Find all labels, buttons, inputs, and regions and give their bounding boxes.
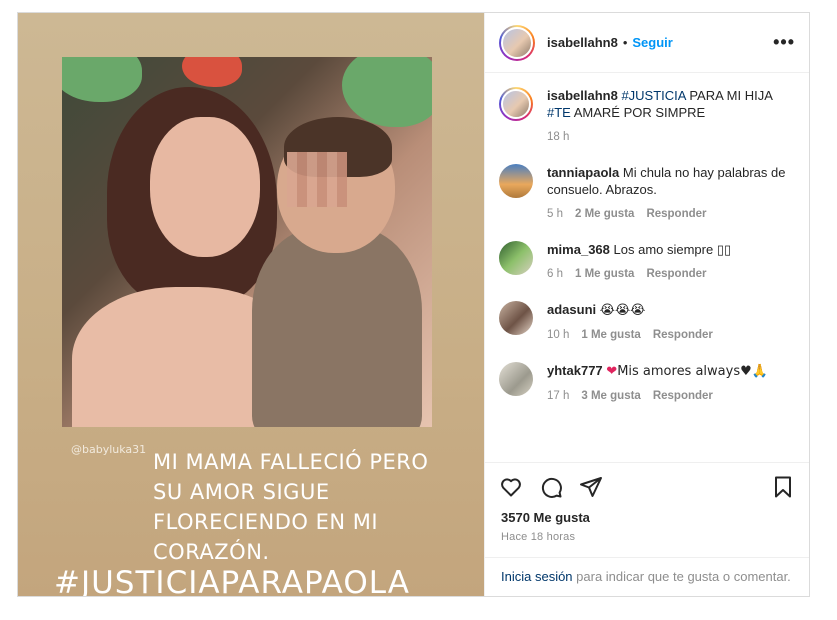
reply-button[interactable]: Responder	[653, 388, 713, 405]
likes-total[interactable]: 3570 Me gusta	[485, 510, 809, 525]
comments-list[interactable]: isabellahn8 #JUSTICIA PARA MI HIJA #TE A…	[485, 73, 809, 462]
post-media[interactable]: @babyluka31 MI MAMA FALLECIÓ PERO SU AMO…	[18, 13, 484, 596]
avatar-image	[501, 89, 531, 119]
login-link[interactable]: Inicia sesión	[501, 569, 573, 584]
comment-username[interactable]: yhtak777	[547, 363, 603, 378]
comment-item: adasuni 😭😭😭 10 h 1 Me gusta Responder	[499, 301, 795, 344]
avatar-image	[499, 164, 533, 198]
baby-body	[252, 227, 422, 427]
avatar[interactable]	[499, 301, 533, 335]
reply-button[interactable]: Responder	[653, 327, 713, 344]
media-hashtag: #JUSTICIAPARAPAOLA	[54, 565, 410, 596]
post-header: isabellahn8 • Seguir •••	[485, 13, 809, 73]
comment-meta: 10 h 1 Me gusta Responder	[547, 327, 795, 344]
timestamp: 17 h	[547, 390, 570, 402]
instagram-post: @babyluka31 MI MAMA FALLECIÓ PERO SU AMO…	[17, 12, 810, 597]
login-text: para indicar que te gusta o comentar.	[572, 569, 791, 584]
heart-emoji: ❤	[606, 364, 618, 379]
caption-text: AMARÉ POR SIMPRE	[570, 105, 706, 120]
comment-text: 😭😭😭	[599, 303, 646, 318]
post-photo	[62, 57, 432, 427]
blurred-face	[287, 152, 347, 207]
timestamp: 10 h	[547, 329, 570, 341]
leaf-decoration	[182, 57, 242, 87]
avatar-image	[499, 362, 533, 396]
avatar-image	[499, 301, 533, 335]
comment-username[interactable]: tanniapaola	[547, 165, 619, 180]
caption-text: PARA MI HIJA	[685, 88, 773, 103]
reply-button[interactable]: Responder	[646, 206, 706, 223]
separator: •	[622, 35, 628, 50]
username-link[interactable]: isabellahn8	[547, 35, 618, 50]
comment-username[interactable]: adasuni	[547, 302, 596, 317]
comment-item: mima_368 Los amo siempre ▯▯ 6 h 1 Me gus…	[499, 241, 795, 283]
media-handle: @babyluka31	[71, 443, 147, 456]
reply-button[interactable]: Responder	[646, 266, 706, 283]
comment-icon[interactable]	[539, 475, 563, 499]
comment-meta: 5 h 2 Me gusta Responder	[547, 206, 795, 223]
likes-count[interactable]: 2 Me gusta	[575, 206, 634, 223]
timestamp: 6 h	[547, 268, 563, 280]
media-caption-line: MI MAMA FALLECIÓ PERO	[153, 450, 429, 474]
leaf-decoration	[342, 57, 432, 127]
comment-body: yhtak777 ❤Mis amores always♥🙏 17 h 3 Me …	[547, 362, 795, 405]
comment-text: Mis amores always♥🙏	[617, 364, 768, 379]
likes-count[interactable]: 3 Me gusta	[581, 388, 640, 405]
comment-body: adasuni 😭😭😭 10 h 1 Me gusta Responder	[547, 301, 795, 344]
bookmark-icon[interactable]	[771, 475, 795, 499]
caption-meta: 18 h	[547, 129, 795, 146]
likes-count[interactable]: 1 Me gusta	[581, 327, 640, 344]
post-time: Hace 18 horas	[501, 531, 576, 543]
more-options-icon[interactable]: •••	[773, 32, 795, 53]
comment-meta: 6 h 1 Me gusta Responder	[547, 266, 795, 283]
comment-item: yhtak777 ❤Mis amores always♥🙏 17 h 3 Me …	[499, 362, 795, 405]
comment-username[interactable]: mima_368	[547, 242, 610, 257]
comment-meta: 17 h 3 Me gusta Responder	[547, 388, 795, 405]
likes-count[interactable]: 1 Me gusta	[575, 266, 634, 283]
media-caption: MI MAMA FALLECIÓ PERO SU AMOR SIGUE FLOR…	[153, 447, 473, 567]
leaf-decoration	[62, 57, 142, 102]
media-caption-line: FLORECIENDO EN MI	[153, 510, 379, 534]
comment-text: Los amo siempre ▯▯	[613, 242, 732, 257]
hashtag-link[interactable]: #JUSTICIA	[621, 88, 685, 103]
follow-button[interactable]: Seguir	[632, 35, 672, 50]
timestamp: 5 h	[547, 208, 563, 220]
post-sidebar: isabellahn8 • Seguir ••• isabellahn8 #JU…	[484, 13, 809, 596]
avatar-image	[501, 26, 533, 59]
avatar[interactable]	[499, 24, 535, 61]
comment-item: tanniapaola Mi chula no hay palabras de …	[499, 164, 795, 223]
login-prompt: Inicia sesión para indicar que te gusta …	[485, 557, 809, 596]
media-caption-line: CORAZÓN.	[153, 540, 270, 564]
woman-face	[150, 117, 260, 257]
post-actions	[485, 462, 809, 510]
avatar[interactable]	[499, 164, 533, 198]
avatar-image	[499, 241, 533, 275]
like-heart-icon[interactable]	[499, 475, 523, 499]
comment-body: mima_368 Los amo siempre ▯▯ 6 h 1 Me gus…	[547, 241, 795, 283]
caption-item: isabellahn8 #JUSTICIA PARA MI HIJA #TE A…	[499, 87, 795, 146]
comment-body: tanniapaola Mi chula no hay palabras de …	[547, 164, 795, 223]
avatar[interactable]	[499, 241, 533, 275]
avatar[interactable]	[499, 87, 533, 121]
hashtag-link[interactable]: #TE	[547, 105, 571, 120]
timestamp: 18 h	[547, 131, 570, 143]
caption-body: isabellahn8 #JUSTICIA PARA MI HIJA #TE A…	[547, 87, 795, 146]
avatar[interactable]	[499, 362, 533, 396]
media-caption-line: SU AMOR SIGUE	[153, 480, 330, 504]
share-icon[interactable]	[579, 475, 603, 499]
caption-username[interactable]: isabellahn8	[547, 88, 618, 103]
